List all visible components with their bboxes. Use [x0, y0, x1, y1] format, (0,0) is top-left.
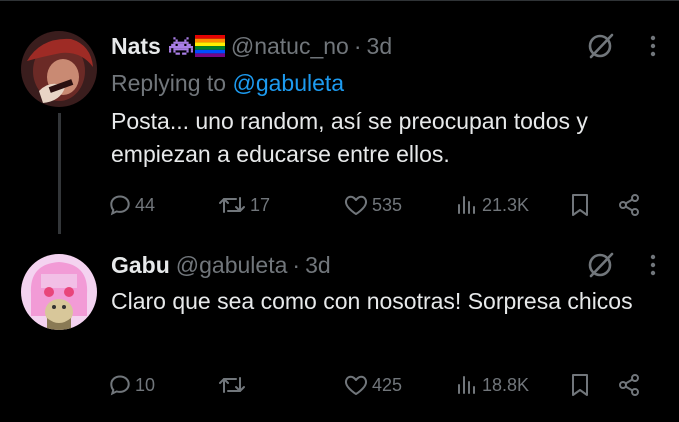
more-options-icon[interactable] [650, 253, 656, 277]
reply-button[interactable]: 10 [108, 370, 155, 400]
like-button[interactable]: 535 [343, 190, 402, 220]
share-icon [619, 374, 639, 396]
thread-connector-line [58, 113, 61, 234]
replying-to-line: Replying to @gabuleta [111, 70, 344, 97]
views-button[interactable]: 18.8K [455, 370, 529, 400]
author-handle[interactable]: @gabuleta [176, 252, 288, 279]
tweet-top-right-icons [588, 250, 656, 280]
reply-icon [110, 375, 130, 396]
share-button[interactable] [617, 370, 641, 400]
views-count: 18.8K [482, 374, 530, 395]
retweet-icon [219, 197, 245, 213]
retweet-button[interactable]: 17 [217, 190, 270, 220]
tweet-header: Nats @natuc_no · 3d [111, 31, 392, 61]
reply-count: 10 [135, 374, 156, 395]
views-chart-icon [458, 376, 475, 394]
avatar[interactable] [21, 254, 97, 330]
tweet-actions: 10 425 18.8K [108, 370, 653, 400]
bookmark-icon [572, 374, 588, 396]
views-button[interactable]: 21.3K [455, 190, 529, 220]
rainbow-flag-emoji [194, 35, 225, 57]
author-name[interactable]: Gabu [111, 252, 170, 279]
reply-button[interactable]: 44 [108, 190, 155, 220]
tweet-text: Claro que sea como con nosotras! Sorpres… [111, 288, 633, 314]
retweet-button[interactable] [217, 370, 250, 400]
author-handle[interactable]: @natuc_no [231, 33, 349, 60]
space-invader-emoji [168, 37, 193, 55]
reply-count: 44 [135, 194, 156, 215]
tweet-timestamp[interactable]: 3d [305, 252, 331, 279]
author-name[interactable]: Nats [111, 33, 161, 60]
retweet-count: 17 [250, 194, 271, 215]
top-divider [0, 0, 679, 15]
more-options-icon[interactable] [650, 34, 656, 58]
separator-dot: · [292, 251, 301, 278]
separator-dot: · [353, 32, 362, 59]
tweet-actions: 44 17 535 21.3K [108, 190, 653, 220]
like-count: 535 [372, 194, 403, 215]
tweet-text: Posta... uno random, así se preocupan to… [111, 108, 588, 167]
like-button[interactable]: 425 [343, 370, 402, 400]
bookmark-icon [572, 194, 588, 216]
grok-icon[interactable] [588, 252, 614, 278]
like-count: 425 [372, 374, 403, 395]
share-button[interactable] [617, 190, 641, 220]
bookmark-button[interactable] [569, 190, 591, 220]
tweet-timestamp[interactable]: 3d [367, 33, 393, 60]
tweet-header: Gabu @gabuleta · 3d [111, 250, 331, 280]
replying-to-handle[interactable]: @gabuleta [232, 70, 344, 96]
heart-icon [344, 195, 368, 215]
name-emoji-badges [168, 35, 225, 57]
tweet-top-right-icons [588, 31, 656, 61]
heart-icon [344, 375, 368, 395]
share-icon [619, 194, 639, 216]
replying-to-prefix: Replying to [111, 70, 233, 96]
reply-icon [110, 195, 130, 216]
bookmark-button[interactable] [569, 370, 591, 400]
views-count: 21.3K [482, 194, 530, 215]
avatar[interactable] [21, 31, 97, 107]
grok-icon[interactable] [588, 33, 614, 59]
retweet-icon [219, 377, 245, 393]
views-chart-icon [458, 196, 475, 214]
